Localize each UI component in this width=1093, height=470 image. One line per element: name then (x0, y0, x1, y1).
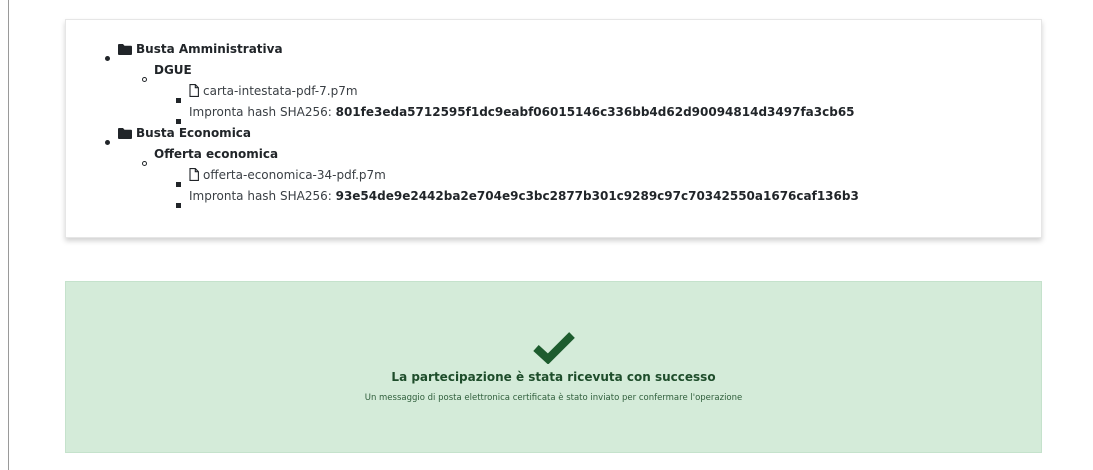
hash-label: Impronta hash SHA256: (189, 105, 332, 119)
success-alert: La partecipazione è stata ricevuta con s… (65, 281, 1042, 453)
success-title: La partecipazione è stata ricevuta con s… (391, 370, 716, 384)
folder-icon (118, 125, 132, 146)
document-name: DGUE (154, 63, 192, 77)
folder-icon (118, 41, 132, 62)
file-name: carta-intestata-pdf-7.p7m (203, 84, 358, 98)
hash-value: 801fe3eda5712595f1dc9eabf06015146c336bb4… (335, 105, 855, 119)
disc-bullet (105, 131, 110, 152)
disc-bullet (105, 47, 110, 68)
left-border-line (8, 0, 9, 470)
submission-summary-card: Busta Amministrativa DGUE carta-intestat… (65, 19, 1042, 238)
square-bullet (176, 89, 181, 110)
square-bullet (176, 194, 181, 215)
check-icon (532, 330, 576, 368)
success-subtitle: Un messaggio di posta elettronica certif… (364, 393, 743, 403)
hash-value: 93e54de9e2442ba2e704e9c3bc2877b301c9289c… (335, 189, 859, 203)
square-bullet (176, 173, 181, 194)
file-icon (189, 83, 199, 104)
envelope-name: Busta Economica (136, 126, 252, 140)
envelope-name: Busta Amministrativa (136, 42, 283, 56)
file-icon (189, 167, 199, 188)
document-name: Offerta economica (154, 147, 279, 161)
file-name: offerta-economica-34-pdf.p7m (203, 168, 386, 182)
hash-label: Impronta hash SHA256: (189, 189, 332, 203)
circle-bullet (142, 152, 147, 173)
circle-bullet (142, 68, 147, 89)
